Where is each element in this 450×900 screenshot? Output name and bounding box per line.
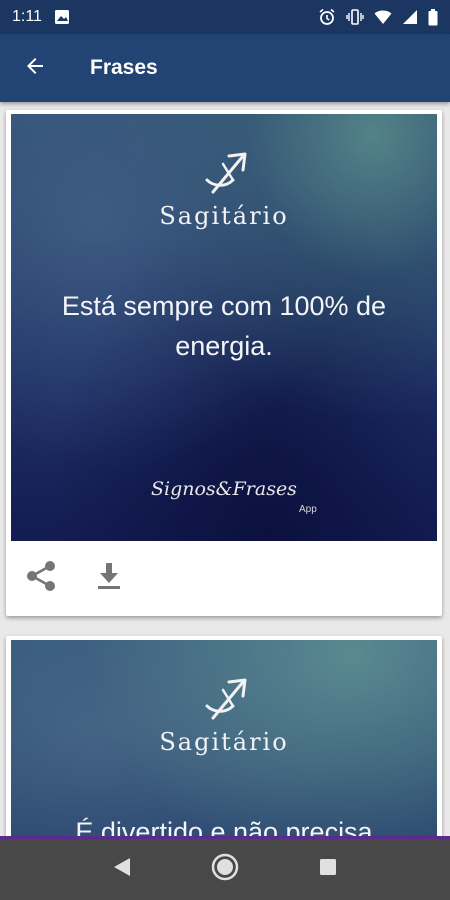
vibrate-icon [346, 8, 364, 26]
home-circle-icon [210, 852, 240, 887]
wifi-icon [374, 9, 392, 25]
status-bar: 1:11 [0, 0, 450, 34]
share-icon [23, 558, 59, 599]
image-icon [54, 9, 70, 25]
card-actions [6, 541, 442, 616]
sagittarius-symbol-icon [199, 676, 251, 729]
nav-recents-button[interactable] [300, 842, 356, 898]
status-time: 1:11 [12, 8, 42, 25]
system-nav-bar [0, 836, 450, 900]
download-icon [93, 560, 125, 597]
app-bar: Frases [0, 34, 450, 102]
battery-icon [428, 8, 438, 26]
sagittarius-symbol-icon [199, 150, 251, 203]
back-triangle-icon [112, 856, 132, 883]
quote-image[interactable]: Sagitário É divertido e não precisa [11, 640, 437, 836]
sign-name: Sagitário [159, 202, 289, 230]
quote-text: É divertido e não precisa [75, 817, 373, 836]
back-button[interactable] [0, 34, 70, 102]
quotes-list[interactable]: Sagitário Está sempre com 100% de energi… [0, 102, 450, 836]
sign-name: Sagitário [159, 728, 289, 756]
arrow-left-icon [23, 54, 47, 83]
download-button[interactable] [88, 558, 130, 600]
nav-back-button[interactable] [94, 842, 150, 898]
share-button[interactable] [20, 558, 62, 600]
watermark-sub: App [299, 504, 317, 515]
quote-card: Sagitário É divertido e não precisa [6, 636, 442, 836]
page-title: Frases [90, 56, 158, 79]
recents-square-icon [318, 857, 338, 882]
signal-icon [402, 9, 418, 25]
quote-card: Sagitário Está sempre com 100% de energi… [6, 110, 442, 616]
quote-image[interactable]: Sagitário Está sempre com 100% de energi… [11, 114, 437, 541]
alarm-icon [318, 8, 336, 26]
nav-home-button[interactable] [197, 842, 253, 898]
watermark: Signos&Frases [151, 478, 297, 500]
quote-text: Está sempre com 100% de energia. [61, 291, 387, 361]
